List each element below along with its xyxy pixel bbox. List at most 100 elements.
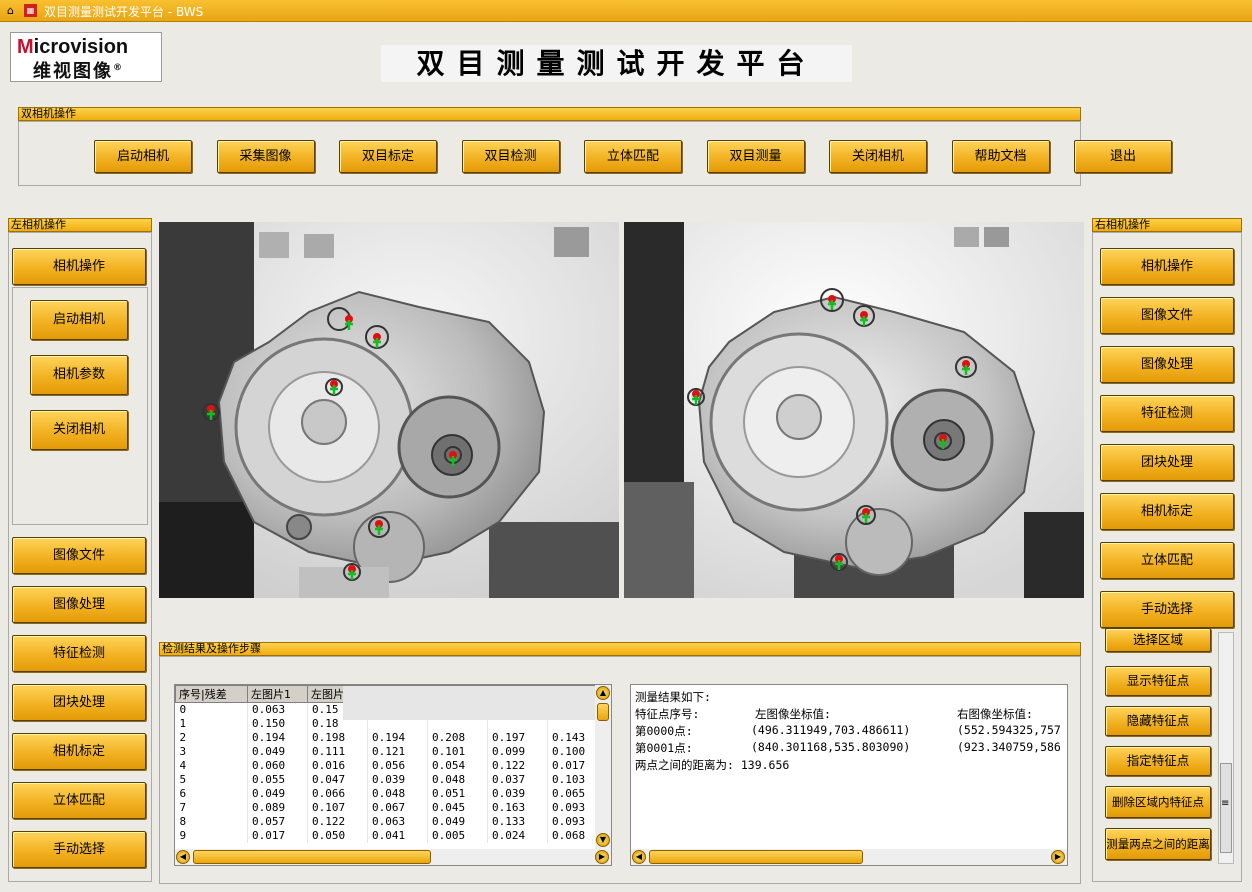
point-0-right-coord: (552.594325,757 [957, 723, 1061, 737]
table-row[interactable]: 7 0.089 0.107 0.067 0.045 0.163 0.093 [175, 800, 596, 815]
results-panel-title: 检测结果及操作步骤 [159, 642, 1081, 656]
right-image-process-button[interactable]: 图像处理 [1100, 346, 1234, 383]
measurement-heading: 测量结果如下: [635, 690, 711, 704]
scroll-left-icon[interactable]: ◀ [632, 850, 646, 864]
table-cell: 0.047 [307, 772, 368, 787]
logo-text-en: Microvision [17, 36, 129, 58]
table-cell: 6 [175, 786, 248, 801]
right-blob-process-button[interactable]: 团块处理 [1100, 444, 1234, 481]
dual-help-docs-button[interactable]: 帮助文档 [951, 140, 1050, 173]
right-feature-detect-button[interactable]: 特征检测 [1100, 395, 1234, 432]
table-cell: 0.133 [487, 814, 548, 829]
left-feature-detect-button-label: 特征检测 [52, 646, 105, 661]
left-camera-panel-title: 左相机操作 [8, 218, 152, 232]
window-title: 双目测量测试开发平台 - BWS [44, 5, 204, 19]
app-icon: ▦ [24, 4, 37, 17]
table-cell: 0.045 [427, 800, 488, 815]
right-image-process-button-label: 图像处理 [1140, 357, 1193, 372]
scroll-right-icon[interactable]: ▶ [595, 850, 609, 864]
left-stereo-match-button[interactable]: 立体匹配 [12, 782, 146, 819]
window-menu-icon[interactable]: ⌂ [4, 4, 17, 17]
table-header-cell[interactable]: 左图片1 [247, 685, 308, 703]
table-cell: 0.051 [427, 786, 488, 801]
table-horizontal-scrollbar[interactable]: ◀ ▶ [175, 849, 611, 865]
table-cell: 7 [175, 800, 248, 815]
right-show-features-button-label: 显示特征点 [1126, 673, 1190, 688]
right-camera-image[interactable] [624, 222, 1084, 598]
left-close-camera-button[interactable]: 关闭相机 [30, 410, 128, 450]
table-cell: 0.143 [547, 730, 596, 745]
left-image-process-button[interactable]: 图像处理 [12, 586, 146, 623]
right-show-features-button[interactable]: 显示特征点 [1105, 666, 1211, 696]
right-select-region-button[interactable]: 选择区域 [1105, 628, 1211, 652]
table-cell: 0.017 [547, 758, 596, 773]
dual-stereo-detect-button[interactable]: 双目检测 [461, 140, 560, 173]
table-cell: 0.122 [307, 814, 368, 829]
table-cell: 0.066 [307, 786, 368, 801]
right-hide-features-button-label: 隐藏特征点 [1126, 713, 1190, 728]
table-row[interactable]: 5 0.055 0.047 0.039 0.048 0.037 0.103 [175, 772, 596, 787]
table-vscroll-thumb[interactable] [597, 703, 609, 721]
table-header-cell[interactable]: 序号|残差 [175, 685, 248, 703]
table-cell: 0.121 [367, 744, 428, 759]
left-camera-calibrate-button[interactable]: 相机标定 [12, 733, 146, 770]
table-row[interactable]: 3 0.049 0.111 0.121 0.101 0.099 0.100 [175, 744, 596, 759]
dual-stereo-match-button[interactable]: 立体匹配 [584, 140, 682, 173]
table-row[interactable]: 6 0.049 0.066 0.048 0.051 0.039 0.065 [175, 786, 596, 801]
right-camera-calibrate-button[interactable]: 相机标定 [1100, 493, 1234, 530]
result-horizontal-scrollbar[interactable]: ◀ ▶ [631, 849, 1067, 865]
dual-stereo-detect-button-label: 双目检测 [484, 149, 537, 164]
table-cell: 0.198 [307, 730, 368, 745]
left-image-file-button[interactable]: 图像文件 [12, 537, 146, 574]
table-row[interactable]: 2 0.194 0.198 0.194 0.208 0.197 0.143 [175, 730, 596, 745]
left-blob-process-button[interactable]: 团块处理 [12, 684, 146, 721]
dual-close-camera-button[interactable]: 关闭相机 [829, 140, 927, 173]
table-row[interactable]: 9 0.017 0.050 0.041 0.005 0.024 0.068 [175, 828, 596, 843]
residual-table[interactable]: 序号|残差左图片1左图片2左图片3右图片1右图片2右图片3 00.0630.15… [174, 684, 612, 866]
dual-stereo-measure-button[interactable]: 双目测量 [706, 140, 805, 173]
table-row[interactable]: 8 0.057 0.122 0.063 0.049 0.133 0.093 [175, 814, 596, 829]
right-measure-distance-button[interactable]: 测量两点之间的距离 [1105, 828, 1211, 860]
table-hscroll-thumb[interactable] [193, 850, 431, 864]
dual-camera-panel-title: 双相机操作 [18, 107, 1081, 121]
scroll-up-icon[interactable]: ▲ [596, 686, 610, 700]
measurement-result-box[interactable]: 测量结果如下: 特征点序号: 左图像坐标值: 右图像坐标值: 第0000点: (… [630, 684, 1068, 866]
right-stereo-match-button[interactable]: 立体匹配 [1100, 542, 1234, 579]
right-specify-feature-button[interactable]: 指定特征点 [1105, 746, 1211, 776]
right-select-region-button-label: 选择区域 [1132, 632, 1183, 647]
left-stereo-match-button-label: 立体匹配 [52, 793, 105, 808]
right-delete-region-features-button[interactable]: 删除区域内特征点 [1105, 786, 1211, 818]
table-cell: 0.150 [247, 716, 308, 731]
right-manual-select-button[interactable]: 手动选择 [1100, 591, 1234, 628]
scroll-left-icon[interactable]: ◀ [176, 850, 190, 864]
right-panel-scrollbar[interactable] [1218, 632, 1234, 864]
dual-stereo-match-button-label: 立体匹配 [606, 149, 659, 164]
dual-stereo-calibrate-button[interactable]: 双目标定 [339, 140, 437, 173]
left-manual-select-button[interactable]: 手动选择 [12, 831, 146, 868]
table-vertical-scrollbar[interactable]: ▲ ▼ [595, 685, 611, 849]
right-image-file-button[interactable]: 图像文件 [1100, 297, 1234, 334]
table-row[interactable]: 4 0.060 0.016 0.056 0.054 0.122 0.017 [175, 758, 596, 773]
result-hscroll-thumb[interactable] [649, 850, 863, 864]
dual-start-camera-button[interactable]: 启动相机 [94, 140, 192, 173]
dual-exit-button[interactable]: 退出 [1074, 140, 1172, 173]
left-camera-image[interactable] [159, 222, 619, 598]
left-start-camera-button[interactable]: 启动相机 [30, 300, 128, 340]
left-feature-detect-button[interactable]: 特征检测 [12, 635, 146, 672]
dual-capture-image-button[interactable]: 采集图像 [216, 140, 315, 173]
dual-stereo-measure-button-label: 双目测量 [729, 149, 782, 164]
left-start-camera-button-label: 启动相机 [52, 312, 105, 327]
right-camera-ops-button[interactable]: 相机操作 [1100, 248, 1234, 285]
left-camera-ops-button[interactable]: 相机操作 [12, 248, 146, 285]
table-cell: 0.063 [367, 814, 428, 829]
scroll-down-icon[interactable]: ▼ [596, 833, 610, 847]
table-cell: 0.194 [247, 730, 308, 745]
window-title-bar[interactable]: ⌂ ▦ 双目测量测试开发平台 - BWS [0, 0, 1252, 22]
table-cell: 0.054 [427, 758, 488, 773]
table-cell: 0.048 [367, 786, 428, 801]
left-camera-params-button[interactable]: 相机参数 [30, 355, 128, 395]
right-hide-features-button[interactable]: 隐藏特征点 [1105, 706, 1211, 736]
dual-stereo-calibrate-button-label: 双目标定 [361, 149, 414, 164]
table-cell: 0.197 [487, 730, 548, 745]
scroll-right-icon[interactable]: ▶ [1051, 850, 1065, 864]
